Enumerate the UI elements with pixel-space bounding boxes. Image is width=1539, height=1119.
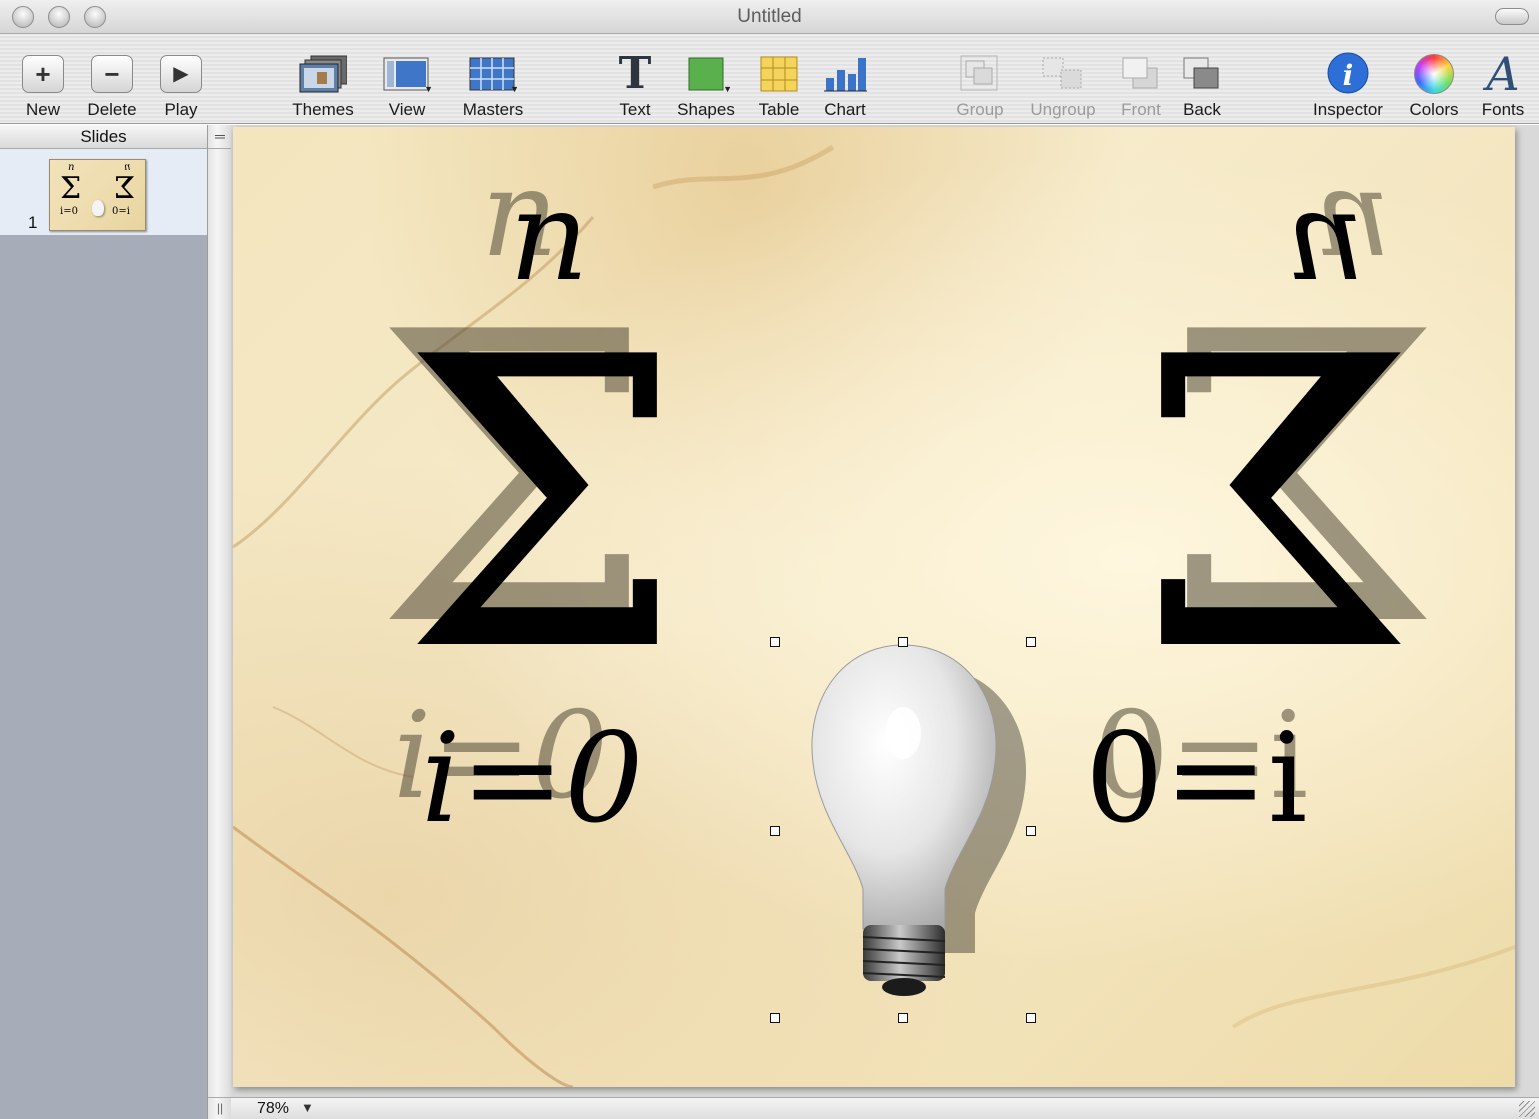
- window-title: Untitled: [737, 6, 802, 27]
- slide[interactable]: n Σ i=0 n Σ i=0 n Σ n Σ 0=i 0=i: [233, 127, 1515, 1087]
- right-summation-sign: Σ: [1134, 274, 1417, 739]
- plus-icon: +: [22, 55, 64, 93]
- themes-label: Themes: [292, 100, 354, 119]
- slide-thumbnail-row[interactable]: 1 Σ Σ n n i=0 0=i: [0, 149, 207, 235]
- shapes-icon: ▼: [682, 50, 732, 98]
- left-summation-sign: Σ: [401, 274, 684, 739]
- selection-handle-bottom[interactable]: [898, 1013, 908, 1023]
- masters-label: Masters: [462, 100, 524, 119]
- selection-handle-top-left[interactable]: [770, 637, 780, 647]
- info-icon: i: [1324, 50, 1372, 98]
- selection-handle-left[interactable]: [770, 826, 780, 836]
- minus-icon: −: [91, 55, 133, 93]
- mirrored-formula: n Σ n Σ: [1071, 127, 1443, 1087]
- colors-label: Colors: [1409, 100, 1459, 119]
- slides-header: Slides: [0, 125, 207, 149]
- colors-button[interactable]: Colors: [1402, 34, 1466, 124]
- delete-label: Delete: [87, 100, 137, 119]
- bring-to-front-icon: [1117, 50, 1165, 98]
- themes-button[interactable]: Themes: [286, 34, 360, 124]
- new-label: New: [25, 100, 60, 119]
- masters-button[interactable]: ▼ Masters: [456, 34, 530, 124]
- fonts-label: Fonts: [1481, 100, 1525, 119]
- play-label: Play: [164, 100, 198, 119]
- color-wheel-icon: [1410, 50, 1458, 98]
- selection-handle-bottom-left[interactable]: [770, 1013, 780, 1023]
- ungroup-label: Ungroup: [1030, 100, 1096, 119]
- inspector-button[interactable]: i Inspector: [1304, 34, 1392, 124]
- left-lower-limit: i=0: [421, 707, 644, 851]
- inspector-label: Inspector: [1313, 100, 1383, 119]
- masters-icon: ▼: [469, 50, 519, 98]
- toolbar: + New − Delete ▶ Play Themes ▼ View ▼ Ma…: [0, 34, 1539, 124]
- back-label: Back: [1183, 100, 1221, 119]
- play-button[interactable]: ▶ Play: [156, 34, 206, 124]
- new-button[interactable]: + New: [18, 34, 68, 124]
- delete-button[interactable]: − Delete: [82, 34, 142, 124]
- front-label: Front: [1121, 100, 1161, 119]
- send-to-back-icon: [1178, 50, 1226, 98]
- font-icon: A: [1486, 47, 1520, 101]
- group-icon: [956, 50, 1004, 98]
- view-label: View: [388, 100, 426, 119]
- view-options-icon[interactable]: ═: [208, 125, 232, 149]
- window-titlebar: Untitled: [0, 0, 1539, 34]
- view-icon: ▼: [383, 50, 433, 98]
- selection-handle-right[interactable]: [1026, 826, 1036, 836]
- chart-button[interactable]: Chart: [818, 34, 872, 124]
- table-button[interactable]: Table: [752, 34, 806, 124]
- slide-thumbnail[interactable]: Σ Σ n n i=0 0=i: [49, 159, 146, 231]
- view-button[interactable]: ▼ View: [376, 34, 438, 124]
- text-button[interactable]: T Text: [610, 34, 660, 124]
- chart-icon: [821, 50, 869, 98]
- text-label: Text: [619, 100, 651, 119]
- selection-handle-top[interactable]: [898, 637, 908, 647]
- sidebar-splitter[interactable]: ═ ||: [207, 125, 232, 1119]
- zoom-dropdown-icon[interactable]: ▼: [301, 1100, 314, 1115]
- svg-text:i: i: [1343, 59, 1354, 92]
- slides-sidebar: Slides 1 Σ Σ n n i=0 0=i: [0, 125, 207, 1119]
- back-button[interactable]: Back: [1176, 34, 1228, 124]
- ungroup-button[interactable]: Ungroup: [1024, 34, 1102, 124]
- slide-number: 1: [28, 213, 38, 232]
- shapes-button[interactable]: ▼ Shapes: [673, 34, 739, 124]
- right-lower-limit: 0=i: [1085, 707, 1308, 851]
- resize-grip-icon[interactable]: [1519, 1101, 1535, 1117]
- group-button[interactable]: Group: [952, 34, 1008, 124]
- group-label: Group: [956, 100, 1004, 119]
- table-label: Table: [758, 100, 800, 119]
- selection-handle-bottom-right[interactable]: [1026, 1013, 1036, 1023]
- splitter-handle-icon[interactable]: ||: [208, 1097, 232, 1119]
- status-bar: 78% ▼: [231, 1097, 1539, 1119]
- selection-handle-top-right[interactable]: [1026, 637, 1036, 647]
- chart-label: Chart: [824, 100, 866, 119]
- toolbar-toggle-button[interactable]: [1495, 8, 1529, 25]
- light-bulb-image[interactable]: [775, 639, 1035, 1019]
- themes-icon: [299, 50, 347, 98]
- play-icon: ▶: [160, 55, 202, 93]
- text-icon: T: [618, 48, 652, 99]
- fonts-button[interactable]: A Fonts: [1476, 34, 1530, 124]
- zoom-level[interactable]: 78%: [257, 1100, 289, 1118]
- shapes-label: Shapes: [677, 100, 735, 119]
- table-icon: [755, 50, 803, 98]
- slide-canvas: n Σ i=0 n Σ i=0 n Σ n Σ 0=i 0=i: [231, 125, 1539, 1097]
- ungroup-icon: [1039, 50, 1087, 98]
- front-button[interactable]: Front: [1114, 34, 1168, 124]
